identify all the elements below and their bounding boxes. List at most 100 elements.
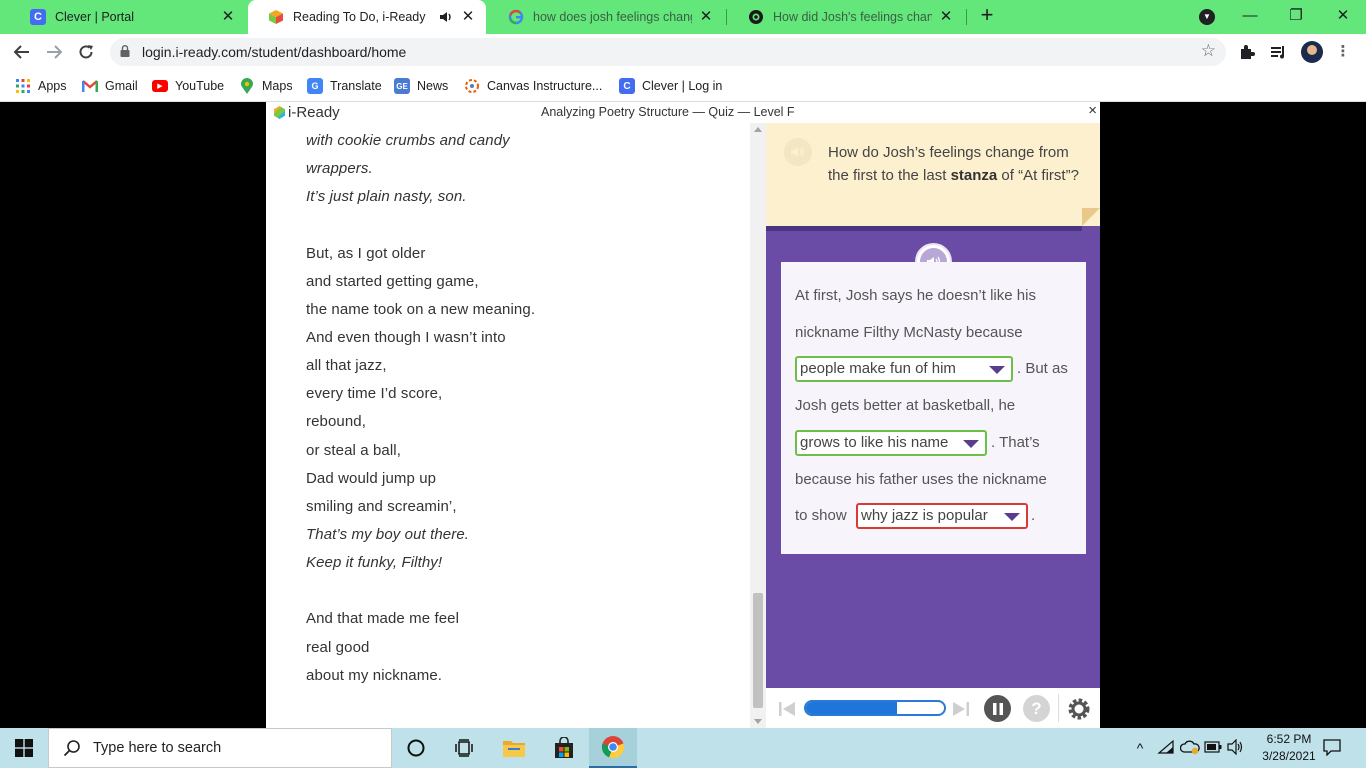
address-bar[interactable]: login.i-ready.com/student/dashboard/home… — [110, 38, 1226, 66]
reload-icon[interactable] — [74, 40, 98, 64]
chrome-menu-icon[interactable]: ⋮ — [1334, 43, 1352, 61]
extensions-puzzle-icon[interactable] — [1238, 43, 1256, 61]
taskbar-search-box[interactable]: Type here to search — [48, 728, 392, 768]
show-hidden-icons-chevron-icon[interactable]: ^ — [1131, 739, 1149, 757]
chrome-taskbar-button[interactable] — [589, 728, 637, 768]
bookmark-youtube[interactable]: ▶ YouTube — [152, 77, 224, 95]
scroll-thumb[interactable] — [753, 593, 763, 708]
answer-text-line: Josh gets better at basketball, he — [795, 397, 1016, 414]
window-close-button[interactable]: ✕ — [1320, 0, 1366, 34]
restore-button[interactable]: ❐ — [1273, 0, 1319, 34]
volume-icon[interactable] — [1227, 738, 1245, 757]
bookmark-label: Canvas Instructure... — [487, 79, 603, 93]
bookmark-gmail[interactable]: Gmail — [82, 77, 138, 95]
answer-text-line: At first, Josh says he doesn’t like his — [795, 287, 1036, 304]
answer-dropdown-2[interactable]: grows to like his name — [795, 430, 987, 456]
close-quiz-icon[interactable]: × — [1088, 102, 1097, 119]
iready-cube-icon — [268, 9, 284, 25]
close-tab-icon[interactable]: ✕ — [220, 9, 236, 25]
chevron-down-icon — [1004, 513, 1020, 521]
brand-name: i-Ready — [288, 104, 340, 121]
tab-title: Clever | Portal — [55, 10, 134, 24]
poem-line: Dad would jump up — [306, 470, 437, 487]
battery-icon[interactable] — [1204, 739, 1222, 757]
news-icon: GE — [394, 78, 410, 94]
quiz-progress-bar — [804, 700, 946, 716]
file-explorer-button[interactable] — [490, 728, 538, 768]
poem-line: real good — [306, 639, 370, 656]
settings-button[interactable] — [1065, 695, 1092, 722]
close-tab-icon[interactable]: ✕ — [460, 9, 476, 25]
help-button[interactable]: ? — [1023, 695, 1050, 722]
poem-line: And even though I wasn’t into — [306, 329, 506, 346]
tab-search-icon[interactable]: ▼ — [1199, 9, 1215, 25]
tab-title: Reading To Do, i-Ready — [293, 10, 426, 24]
back-arrow-icon[interactable] — [10, 40, 34, 64]
page-fold — [1082, 208, 1100, 226]
translate-icon: G — [307, 78, 323, 94]
tab-google-search[interactable]: how does josh feelings change fr ✕ — [488, 0, 724, 34]
bookmark-clever-login[interactable]: C Clever | Log in — [619, 77, 722, 95]
scroll-up-icon[interactable] — [754, 127, 762, 132]
dropdown-selected-value: why jazz is popular — [861, 507, 988, 524]
dropdown-selected-value: grows to like his name — [800, 434, 949, 451]
question-mark-icon: ? — [1031, 698, 1042, 718]
iready-app: i-Ready Analyzing Poetry Structure — Qui… — [266, 102, 1100, 728]
poem-line: or steal a ball, — [306, 442, 401, 459]
cortana-button[interactable] — [392, 728, 440, 768]
poem-line: with cookie crumbs and candy — [306, 132, 510, 149]
tab-clever-portal[interactable]: C Clever | Portal ✕ — [10, 0, 246, 34]
search-icon — [63, 740, 80, 757]
media-control-icon[interactable] — [1270, 43, 1288, 61]
passage-scrollbar[interactable] — [750, 123, 766, 728]
tab-title: How did Josh's feelings change f — [773, 10, 932, 24]
question-text-end: of “At first”? — [997, 167, 1079, 184]
chevron-down-icon — [963, 440, 979, 448]
task-view-button[interactable] — [440, 728, 488, 768]
google-g-icon — [508, 9, 524, 25]
forward-arrow-icon[interactable] — [42, 40, 66, 64]
tab-brainly[interactable]: How did Josh's feelings change f ✕ — [728, 0, 964, 34]
question-audio-button[interactable] — [784, 138, 812, 166]
quiz-controls: ? — [766, 688, 1100, 728]
answer-dropdown-1[interactable]: people make fun of him — [795, 356, 1013, 382]
bookmark-star-icon[interactable]: ☆ — [1201, 41, 1216, 61]
poem-line: smiling and screamin’, — [306, 498, 457, 515]
bookmark-translate[interactable]: G Translate — [307, 77, 382, 95]
minimize-button[interactable]: — — [1227, 0, 1273, 34]
start-button[interactable] — [0, 728, 48, 768]
bookmark-maps[interactable]: Maps — [239, 77, 293, 95]
app-header: i-Ready Analyzing Poetry Structure — Qui… — [266, 102, 1100, 123]
bookmark-label: Maps — [262, 79, 293, 93]
poem-line: But, as I got older — [306, 245, 426, 262]
answer-dropdown-3[interactable]: why jazz is popular — [856, 503, 1028, 529]
answer-text-line: because his father uses the nickname — [795, 471, 1047, 488]
system-clock[interactable]: 6:52 PM 3/28/2021 — [1256, 731, 1322, 765]
notification-center-icon[interactable] — [1322, 738, 1342, 756]
close-tab-icon[interactable]: ✕ — [938, 9, 954, 25]
lock-icon — [120, 45, 130, 57]
scroll-down-icon[interactable] — [754, 719, 762, 724]
profile-avatar[interactable] — [1301, 41, 1323, 63]
bookmark-apps[interactable]: Apps — [15, 77, 67, 95]
tab-reading-to-do[interactable]: Reading To Do, i-Ready ✕ — [248, 0, 486, 34]
pause-button[interactable] — [984, 695, 1011, 722]
windows-logo-icon — [15, 739, 33, 757]
windows-taskbar: Type here to search ^ 6:52 PM 3/28/2021 — [0, 728, 1366, 768]
onedrive-cloud-icon[interactable] — [1179, 739, 1200, 757]
speaker-audio-icon[interactable] — [438, 9, 454, 25]
close-tab-icon[interactable]: ✕ — [698, 9, 714, 25]
clock-date: 3/28/2021 — [1262, 749, 1316, 763]
previous-icon[interactable] — [778, 700, 796, 718]
network-icon[interactable] — [1157, 739, 1175, 757]
bookmark-news[interactable]: GE News — [394, 77, 448, 95]
bookmarks-bar: Apps Gmail ▶ YouTube Maps G Translate GE… — [0, 70, 1366, 102]
next-icon[interactable] — [952, 700, 970, 718]
new-tab-button[interactable]: + — [976, 4, 998, 27]
url-text: login.i-ready.com/student/dashboard/home — [142, 44, 407, 60]
brainly-icon — [748, 9, 764, 25]
bookmark-canvas[interactable]: Canvas Instructure... — [464, 77, 602, 95]
cortana-icon — [407, 739, 425, 757]
microsoft-store-button[interactable] — [540, 728, 588, 768]
question-panel: How do Josh’s feelings change from the f… — [766, 123, 1100, 688]
